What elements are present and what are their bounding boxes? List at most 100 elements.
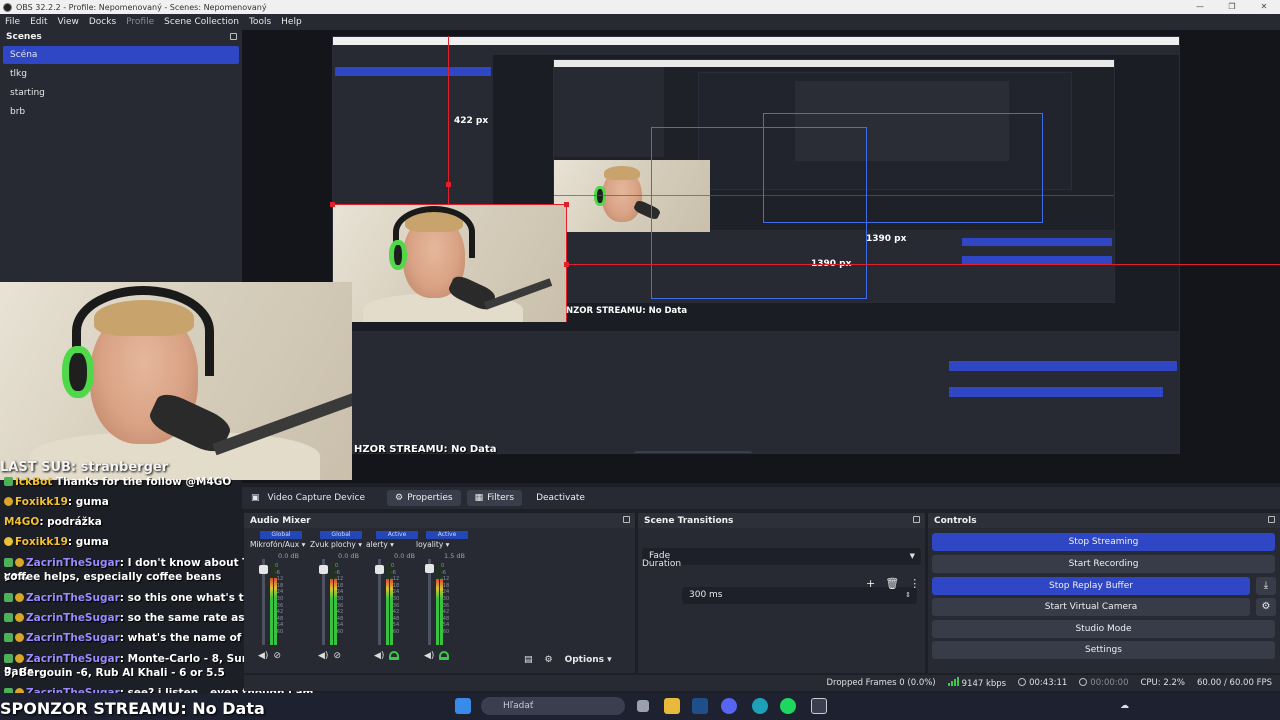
- menu-profile[interactable]: Profile: [121, 17, 159, 27]
- save-replay-icon[interactable]: ⤓: [1256, 577, 1276, 595]
- record-time: 00:00:00: [1079, 678, 1128, 688]
- start-virtual-camera-button[interactable]: Start Virtual Camera: [932, 598, 1250, 616]
- nested-scene-active: [335, 67, 491, 76]
- volume-slider[interactable]: [425, 559, 434, 645]
- controls-title: Controls: [928, 513, 1280, 528]
- monitor-off-icon[interactable]: ⊘: [333, 651, 341, 661]
- obs-window: OBS 32.2.2 - Profile: Nepomenovaný - Sce…: [0, 0, 1280, 720]
- start-recording-button[interactable]: Start Recording: [932, 555, 1275, 573]
- windows-start-icon[interactable]: [455, 698, 471, 714]
- minimize-button[interactable]: —: [1184, 0, 1216, 14]
- speaker-icon[interactable]: ◀): [318, 651, 328, 661]
- resize-handle[interactable]: [330, 202, 335, 207]
- speaker-icon[interactable]: ◀): [374, 651, 384, 661]
- nested-menubar: [333, 45, 1179, 55]
- transition-select[interactable]: Fade ▼: [642, 548, 921, 565]
- file-explorer-icon[interactable]: [664, 698, 680, 714]
- channel-db: 1.5 dB: [444, 552, 465, 560]
- undock-icon[interactable]: [913, 516, 920, 523]
- nested-stop-replay: [949, 387, 1163, 397]
- monitor-off-icon[interactable]: ⊘: [273, 651, 281, 661]
- chat-username: ZacrinTheSugar: [26, 557, 120, 569]
- headphones-icon[interactable]: [439, 651, 450, 660]
- headphones-icon[interactable]: [389, 651, 400, 660]
- menu-bar: File Edit View Docks Profile Scene Colle…: [0, 14, 1280, 30]
- channel-name[interactable]: loyality ▾: [416, 540, 474, 549]
- meter-scale: 0 -6 -12 -18 -24 -30 -36 -42 -48 -54 -60: [335, 563, 344, 635]
- taskbar-search[interactable]: Hľadať: [481, 697, 625, 715]
- volume-slider[interactable]: [375, 559, 384, 645]
- menu-scene-collection[interactable]: Scene Collection: [159, 17, 244, 27]
- edge-icon[interactable]: [752, 698, 768, 714]
- speaker-icon[interactable]: ◀): [258, 651, 268, 661]
- channel-tag: Active: [376, 531, 418, 539]
- options-button[interactable]: Options ▾: [565, 655, 612, 665]
- menu-file[interactable]: File: [0, 17, 25, 27]
- menu-docks[interactable]: Docks: [84, 17, 121, 27]
- add-icon[interactable]: +: [866, 577, 875, 590]
- task-view-icon[interactable]: [637, 700, 649, 712]
- channel-db: 0.0 dB: [338, 552, 359, 560]
- window-title: OBS 32.2.2 - Profile: Nepomenovaný - Sce…: [16, 2, 267, 12]
- stop-streaming-button[interactable]: Stop Streaming: [932, 533, 1275, 551]
- source-name-text: Video Capture Device: [267, 493, 366, 503]
- undock-icon[interactable]: [1268, 516, 1275, 523]
- last-sub-overlay: LAST SUB: stranberger: [0, 460, 169, 475]
- resize-handle[interactable]: [446, 182, 451, 187]
- resize-handle[interactable]: [564, 202, 569, 207]
- speaker-icon[interactable]: ◀): [424, 651, 434, 661]
- gear-icon[interactable]: ⚙: [1256, 598, 1276, 616]
- volume-knob[interactable]: [375, 565, 384, 574]
- preview-canvas[interactable]: 1390 px 1390 px 422 px HZOR STREAMU: No …: [242, 30, 1280, 483]
- source-toolbar: ▣ Video Capture Device ⚙ Properties ▦ Filt…: [242, 487, 1280, 509]
- chat-username: ZacrinTheSugar: [26, 632, 120, 644]
- scene-item-scena[interactable]: Scéna: [3, 46, 239, 64]
- maximize-button[interactable]: ❐: [1216, 0, 1248, 14]
- mixer-channel-mic: Global Mikrofón/Aux ▾ 0.0 dB 0 -6 -12 -18 -2…: [248, 531, 308, 661]
- channel-name[interactable]: Zvuk plochy ▾: [310, 540, 368, 549]
- trash-icon[interactable]: 🗑: [885, 577, 899, 590]
- tray-icon[interactable]: ☁: [1120, 701, 1129, 711]
- spotify-icon[interactable]: [780, 698, 796, 714]
- channel-name[interactable]: Mikrofón/Aux ▾: [250, 540, 308, 549]
- volume-slider[interactable]: [319, 559, 328, 645]
- deactivate-button[interactable]: Deactivate: [528, 490, 593, 506]
- chat-line: IckBot Thanks for the follow @M4GO: [4, 476, 231, 489]
- scenes-dock: Scenes Scéna tlkg starting brb: [0, 30, 242, 283]
- volume-knob[interactable]: [319, 565, 328, 574]
- obs-taskbar-icon[interactable]: [811, 698, 827, 714]
- settings-button[interactable]: Settings: [932, 641, 1275, 659]
- webcam-source[interactable]: [0, 282, 352, 480]
- scene-transitions-dock: Scene Transitions Fade ▼ Duration 300 ms…: [638, 513, 925, 673]
- menu-view[interactable]: View: [53, 17, 84, 27]
- deactivate-label: Deactivate: [536, 493, 585, 503]
- filters-button[interactable]: ▦ Filters: [466, 490, 523, 506]
- filter-icon: ▦: [474, 493, 484, 503]
- layout-icon[interactable]: ▤: [524, 655, 533, 665]
- undock-icon[interactable]: [230, 33, 237, 40]
- studio-mode-button[interactable]: Studio Mode: [932, 620, 1275, 638]
- menu-edit[interactable]: Edit: [25, 17, 52, 27]
- level-meter: [330, 563, 333, 645]
- duration-label: Duration: [642, 559, 682, 569]
- discord-icon[interactable]: [721, 698, 737, 714]
- nested-webcam-source[interactable]: [333, 204, 567, 322]
- more-icon[interactable]: ⋮: [909, 577, 920, 590]
- steam-icon[interactable]: [692, 698, 708, 714]
- scene-item-tlkg[interactable]: tlkg: [3, 65, 239, 83]
- volume-knob[interactable]: [259, 565, 268, 574]
- px-label-top: 422 px: [454, 116, 489, 126]
- menu-tools[interactable]: Tools: [244, 17, 276, 27]
- resize-handle[interactable]: [564, 262, 569, 267]
- scene-item-brb[interactable]: brb: [3, 103, 239, 121]
- properties-button[interactable]: ⚙ Properties: [387, 490, 461, 506]
- close-button[interactable]: ✕: [1248, 0, 1280, 14]
- volume-knob[interactable]: [425, 564, 434, 573]
- menu-help[interactable]: Help: [276, 17, 307, 27]
- advanced-audio-icon[interactable]: ⚙: [545, 655, 553, 665]
- scene-item-starting[interactable]: starting: [3, 84, 239, 102]
- volume-slider[interactable]: [259, 559, 268, 645]
- stop-replay-buffer-button[interactable]: Stop Replay Buffer: [932, 577, 1250, 595]
- undock-icon[interactable]: [623, 516, 630, 523]
- obs-logo-icon: [3, 2, 12, 12]
